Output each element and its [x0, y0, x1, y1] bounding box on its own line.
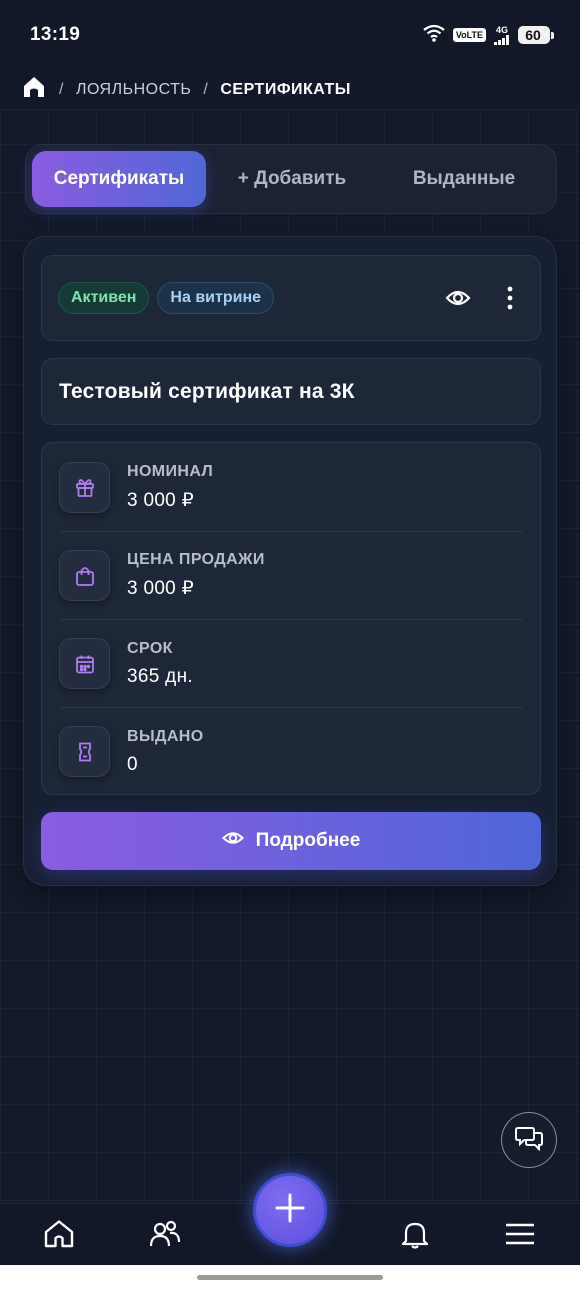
add-button[interactable]	[253, 1173, 327, 1247]
title-panel: Тестовый сертификат на 3К	[41, 358, 541, 425]
breadcrumb-loyalty[interactable]: ЛОЯЛЬНОСТЬ	[76, 81, 191, 99]
battery-icon: 60	[518, 26, 554, 44]
breadcrumb-separator: /	[203, 80, 209, 98]
nav-notifications[interactable]	[395, 1216, 435, 1256]
tab-certificates[interactable]: Сертификаты	[32, 151, 206, 207]
certificate-card: Активен На витрине Тестовый сертификат н…	[23, 236, 557, 886]
info-row-nominal: НОМИНАЛ 3 000 ₽	[59, 443, 523, 531]
card-actions	[444, 284, 524, 312]
volte-badge: VoLTE	[452, 28, 486, 42]
wifi-icon	[423, 24, 445, 47]
home-indicator[interactable]	[197, 1275, 383, 1280]
info-text: ЦЕНА ПРОДАЖИ 3 000 ₽	[127, 551, 265, 600]
info-label: НОМИНАЛ	[127, 462, 214, 480]
info-text: СРОК 365 дн.	[127, 640, 193, 688]
status-time: 13:19	[30, 24, 81, 45]
home-icon[interactable]	[21, 75, 47, 104]
tab-add[interactable]: + Добавить	[206, 151, 378, 207]
plus-icon	[275, 1193, 305, 1228]
info-row-price: ЦЕНА ПРОДАЖИ 3 000 ₽	[59, 531, 523, 619]
nav-menu[interactable]	[500, 1216, 540, 1256]
shopping-bag-icon	[59, 550, 110, 601]
nav-users[interactable]	[145, 1216, 185, 1256]
more-vertical-icon[interactable]	[496, 284, 524, 312]
tab-issued[interactable]: Выданные	[378, 151, 550, 207]
status-icons: VoLTE 4G 60	[423, 24, 554, 47]
info-value: 3 000 ₽	[127, 578, 195, 599]
eye-icon	[221, 830, 244, 852]
info-text: НОМИНАЛ 3 000 ₽	[127, 463, 213, 512]
status-bar: 13:19 VoLTE 4G 60	[0, 0, 580, 70]
calendar-icon	[59, 638, 110, 689]
info-label: ВЫДАНО	[127, 727, 204, 745]
info-label: ЦЕНА ПРОДАЖИ	[127, 551, 265, 568]
breadcrumb-certificates: СЕРТИФИКАТЫ	[220, 80, 351, 98]
users-icon	[149, 1219, 181, 1254]
home-icon	[43, 1219, 75, 1254]
signal-icon: 4G	[494, 24, 510, 45]
status-badge-active: Активен	[58, 282, 150, 314]
chat-icon	[515, 1125, 543, 1156]
info-text: ВЫДАНО 0	[127, 728, 204, 776]
status-badge-showcase: На витрине	[157, 282, 274, 314]
network-type: 4G	[495, 24, 508, 35]
tab-bar: Сертификаты + Добавить Выданные	[25, 144, 557, 214]
certificate-title: Тестовый сертификат на 3К	[59, 379, 355, 403]
info-value: 0	[127, 753, 138, 775]
breadcrumb-separator: /	[59, 80, 64, 98]
info-row-issued: ВЫДАНО 0	[59, 707, 523, 795]
bell-icon	[400, 1219, 430, 1254]
breadcrumb: / ЛОЯЛЬНОСТЬ / СЕРТИФИКАТЫ	[0, 70, 580, 110]
info-value: 3 000 ₽	[127, 489, 195, 511]
details-button-label: Подробнее	[255, 830, 361, 851]
eye-icon[interactable]	[444, 284, 472, 312]
menu-icon	[505, 1223, 535, 1250]
system-gesture-area	[0, 1265, 580, 1289]
info-row-term: СРОК 365 дн.	[59, 619, 523, 707]
status-panel: Активен На витрине	[41, 255, 541, 341]
gift-icon	[59, 461, 110, 513]
info-label: СРОК	[127, 639, 173, 657]
details-button[interactable]: Подробнее	[41, 812, 541, 870]
ticket-icon	[59, 726, 110, 777]
chat-button[interactable]	[501, 1112, 557, 1168]
info-value: 365 дн.	[127, 665, 193, 687]
nav-home[interactable]	[39, 1216, 79, 1256]
info-panel: НОМИНАЛ 3 000 ₽ ЦЕНА ПРОДАЖИ 3 000 ₽ СРО…	[41, 442, 541, 795]
